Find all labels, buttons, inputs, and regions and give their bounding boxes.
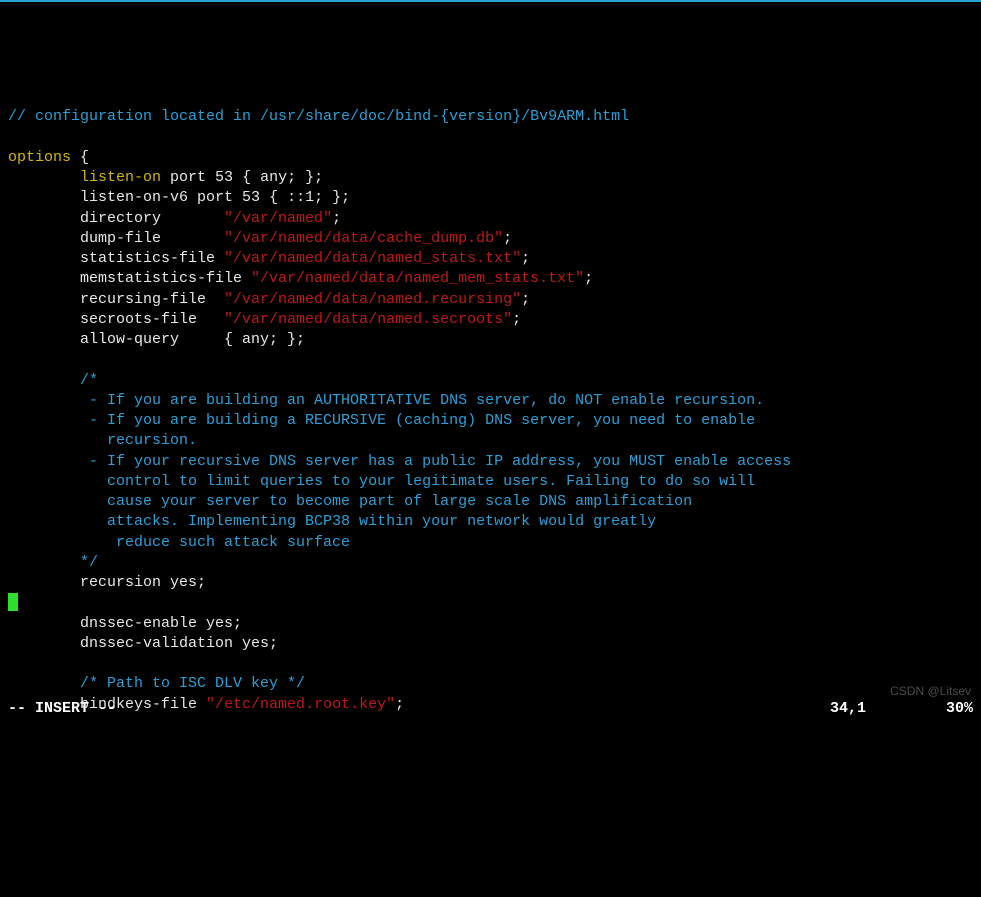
- listen-on-v6: listen-on-v6 port: [80, 189, 242, 206]
- listen-on-key: listen-on: [80, 169, 161, 186]
- vim-statusbar: -- INSERT -- 34,1 30%: [8, 699, 973, 719]
- watermark: CSDN @Litsev: [890, 683, 971, 699]
- secroots-val: "/var/named/data/named.secroots": [224, 311, 512, 328]
- mode-indicator: -- INSERT --: [8, 699, 116, 719]
- recursing-val: "/var/named/data/named.recursing": [224, 291, 521, 308]
- cursor-position: 34,1: [830, 699, 946, 719]
- stats-file-val: "/var/named/data/named_stats.txt": [224, 250, 521, 267]
- block-comment-l3c: cause your server to become part of larg…: [80, 493, 692, 510]
- allow-query: allow-query { any; };: [80, 331, 305, 348]
- brace-open: {: [71, 149, 89, 166]
- block-comment-l2: - If you are building a RECURSIVE (cachi…: [80, 412, 755, 429]
- cursor: [8, 593, 18, 611]
- directory-key: directory: [80, 210, 224, 227]
- block-comment-l2b: recursion.: [80, 432, 197, 449]
- dump-file-key: dump-file: [80, 230, 224, 247]
- dnssec-enable: dnssec-enable yes;: [80, 615, 242, 632]
- block-comment-l3e: reduce such attack surface: [80, 534, 350, 551]
- block-comment-l3d: attacks. Implementing BCP38 within your …: [80, 513, 656, 530]
- top-comment: // configuration located in /usr/share/d…: [8, 108, 629, 125]
- stats-file-key: statistics-file: [80, 250, 224, 267]
- path-comment: /* Path to ISC DLV key */: [80, 675, 305, 692]
- recursion-line: recursion yes;: [80, 574, 206, 591]
- memstats-key: memstatistics-file: [80, 270, 251, 287]
- secroots-key: secroots-file: [80, 311, 224, 328]
- dump-file-val: "/var/named/data/cache_dump.db": [224, 230, 503, 247]
- block-comment-l3b: control to limit queries to your legitim…: [80, 473, 755, 490]
- block-comment-close: */: [80, 554, 98, 571]
- block-comment-open: /*: [80, 372, 98, 389]
- editor-viewport[interactable]: // configuration located in /usr/share/d…: [0, 83, 981, 715]
- directory-val: "/var/named": [224, 210, 332, 227]
- block-comment-l3: - If your recursive DNS server has a pub…: [80, 453, 791, 470]
- options-keyword: options: [8, 149, 71, 166]
- dnssec-validation: dnssec-validation yes;: [80, 635, 278, 652]
- memstats-val: "/var/named/data/named_mem_stats.txt": [251, 270, 584, 287]
- block-comment-l1: - If you are building an AUTHORITATIVE D…: [80, 392, 764, 409]
- scroll-percent: 30%: [946, 699, 973, 719]
- recursing-key: recursing-file: [80, 291, 224, 308]
